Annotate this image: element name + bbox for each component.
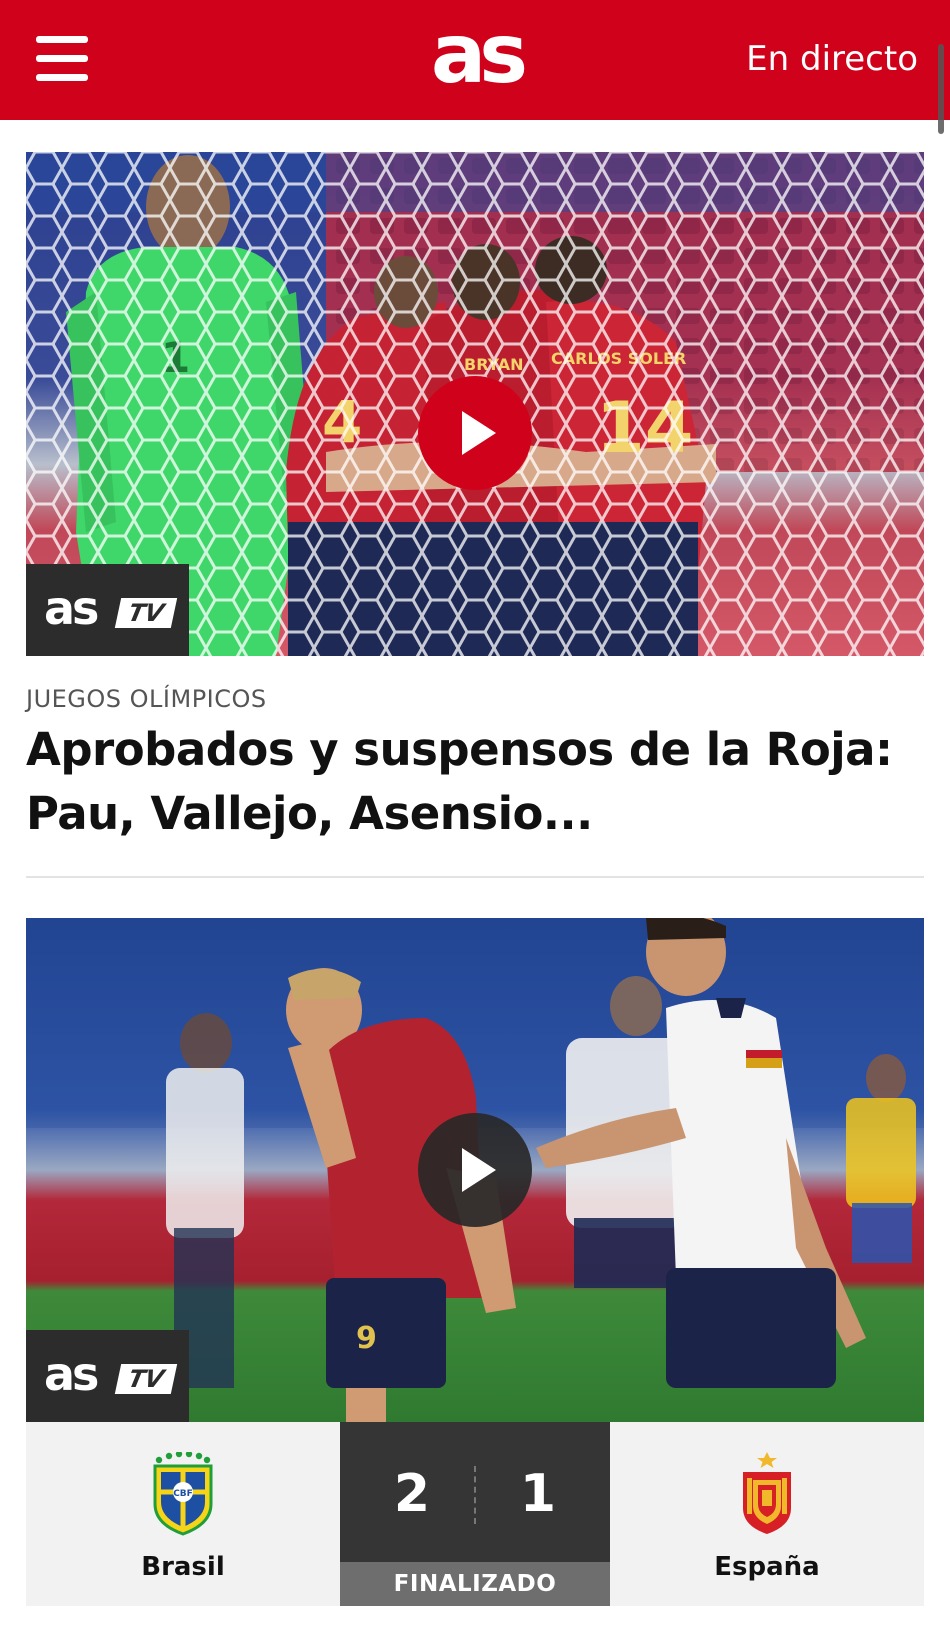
as-tv-badge-tv: TV <box>114 598 178 628</box>
play-icon <box>462 411 496 455</box>
away-team-name: España <box>714 1552 820 1582</box>
svg-text:CBF: CBF <box>173 1489 193 1499</box>
scrollbar[interactable] <box>938 44 944 134</box>
espana-crest-icon <box>743 1452 791 1534</box>
svg-text:9: 9 <box>356 1321 377 1356</box>
home-team: CBF Brasil <box>26 1422 340 1606</box>
menu-icon-line <box>36 74 88 81</box>
match-status: FINALIZADO <box>340 1562 610 1606</box>
as-tv-badge-as: as <box>44 1347 99 1401</box>
away-score: 1 <box>519 1464 557 1524</box>
play-button[interactable] <box>418 1113 532 1227</box>
as-tv-badge: as TV <box>26 564 189 656</box>
match-video-thumbnail[interactable]: 9 as TV <box>26 918 924 1422</box>
as-tv-badge: as TV <box>26 1330 189 1422</box>
article-section-label[interactable]: JUEGOS OLÍMPICOS <box>26 684 267 714</box>
menu-icon-line <box>36 55 88 62</box>
score-panel: 2 1 FINALIZADO <box>340 1422 610 1606</box>
as-tv-badge-tv: TV <box>114 1364 178 1394</box>
home-score: 2 <box>393 1464 431 1524</box>
as-tv-badge-as: as <box>44 581 99 635</box>
match-scoreboard[interactable]: CBF Brasil 2 1 FINALIZADO España <box>26 1422 924 1606</box>
menu-icon[interactable] <box>36 36 88 82</box>
live-link[interactable]: En directo <box>746 36 918 82</box>
brasil-crest-icon: CBF <box>153 1452 213 1536</box>
score-separator <box>474 1466 476 1524</box>
menu-icon-line <box>36 36 88 43</box>
as-logo[interactable]: as <box>418 10 534 100</box>
article-divider <box>26 876 924 878</box>
play-icon <box>462 1148 496 1192</box>
article-video-thumbnail[interactable]: 1 4 14 BRYAN CARLOS SOLER as TV <box>26 152 924 656</box>
away-team: España <box>610 1422 924 1606</box>
play-button[interactable] <box>418 376 532 490</box>
home-team-name: Brasil <box>141 1552 225 1582</box>
article-headline[interactable]: Aprobados y suspensos de la Roja: Pau, V… <box>26 718 926 846</box>
top-navigation-bar: as En directo <box>0 0 950 134</box>
